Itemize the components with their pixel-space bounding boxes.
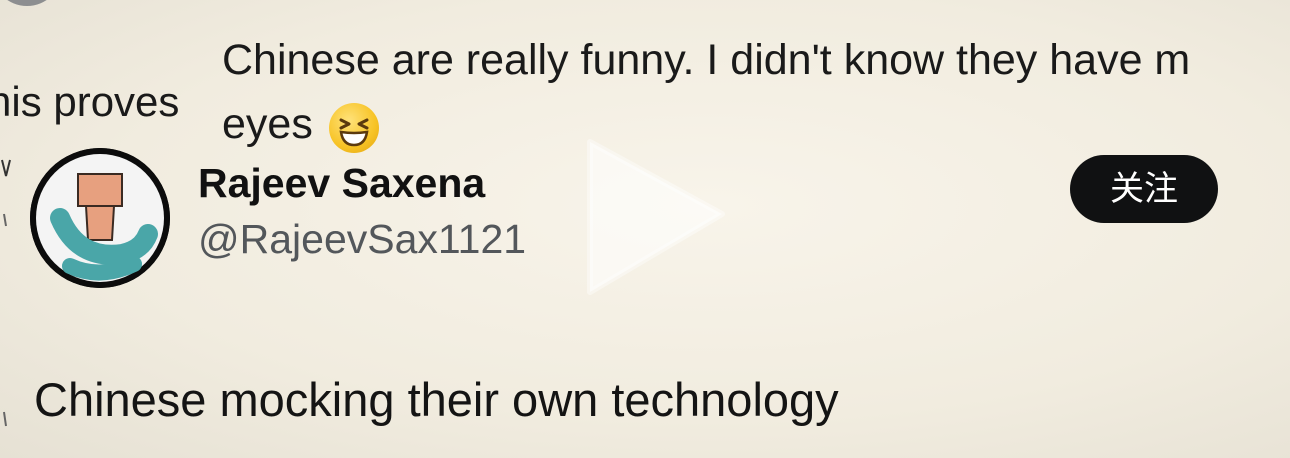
quoted-tweet-line-2: eyes [222, 92, 379, 156]
quoted-tweet-line-2-text: eyes [222, 100, 313, 148]
play-icon[interactable] [572, 132, 732, 302]
author-handle[interactable]: @RajeevSax1121 [198, 209, 526, 269]
grinning-squinting-face-icon [328, 103, 379, 153]
tweet-text: Chinese mocking their own technology [34, 373, 839, 426]
quoted-tweet-text: Chinese are really funny. I didn't know … [222, 28, 1290, 156]
avatar-graphic [30, 148, 170, 288]
avatar[interactable] [30, 148, 170, 288]
author-display-name[interactable]: Rajeev Saxena [198, 157, 526, 209]
partial-avatar-top[interactable] [0, 0, 62, 6]
author-info: Rajeev Saxena @RajeevSax1121 [198, 157, 526, 269]
quoted-tweet-line-1: Chinese are really funny. I didn't know … [222, 36, 1191, 84]
tweet-author-row: Rajeev Saxena @RajeevSax1121 [30, 148, 526, 288]
left-tweet-fragment: his proves [0, 78, 180, 125]
follow-button[interactable]: 关注 [1070, 155, 1218, 223]
